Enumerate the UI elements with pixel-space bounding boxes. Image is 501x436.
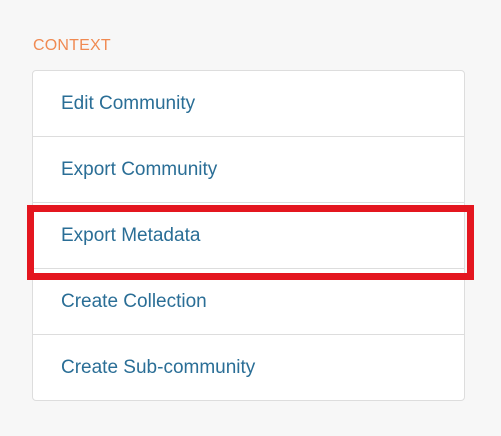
menu-item-export-metadata[interactable]: Export Metadata bbox=[33, 203, 464, 269]
menu-item-create-collection[interactable]: Create Collection bbox=[33, 269, 464, 335]
edit-community-link[interactable]: Edit Community bbox=[61, 93, 195, 115]
menu-item-export-community[interactable]: Export Community bbox=[33, 137, 464, 203]
export-community-link[interactable]: Export Community bbox=[61, 159, 217, 181]
create-collection-link[interactable]: Create Collection bbox=[61, 291, 207, 313]
menu-item-edit-community[interactable]: Edit Community bbox=[33, 71, 464, 137]
context-sidebar: CONTEXT Edit Community Export Community … bbox=[0, 0, 501, 436]
context-menu-list: Edit Community Export Community Export M… bbox=[32, 70, 465, 401]
create-sub-community-link[interactable]: Create Sub-community bbox=[61, 357, 255, 379]
menu-item-create-sub-community[interactable]: Create Sub-community bbox=[33, 335, 464, 400]
context-heading: CONTEXT bbox=[33, 37, 111, 54]
export-metadata-link[interactable]: Export Metadata bbox=[61, 225, 200, 247]
